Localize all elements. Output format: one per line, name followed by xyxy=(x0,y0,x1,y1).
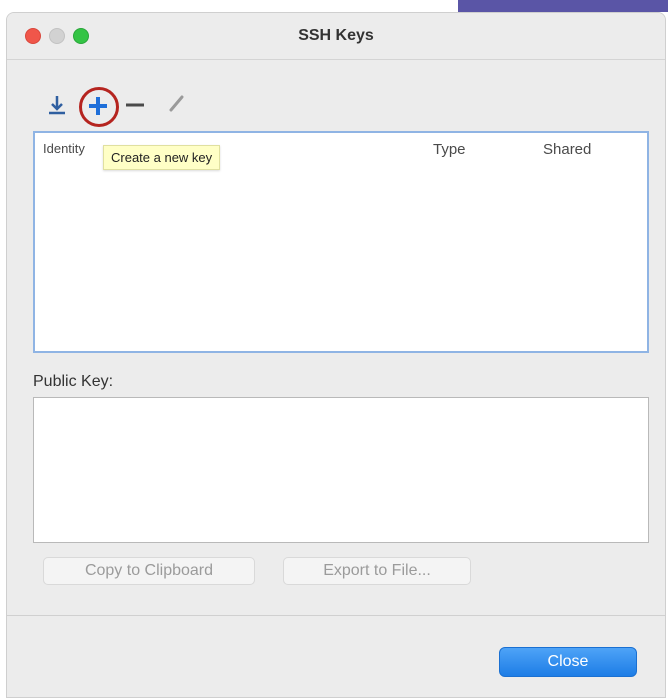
screen: SSH Keys Identity Type Shared Create a n… xyxy=(0,0,668,700)
minus-icon xyxy=(126,103,144,107)
plus-icon xyxy=(89,97,107,115)
window-title: SSH Keys xyxy=(298,27,374,44)
column-header-shared[interactable]: Shared xyxy=(543,141,591,158)
pencil-icon xyxy=(169,95,184,112)
edit-key-button[interactable] xyxy=(165,91,189,115)
import-icon xyxy=(49,96,65,115)
background-accent xyxy=(458,0,668,12)
public-key-textarea[interactable] xyxy=(33,397,649,543)
close-button[interactable]: Close xyxy=(499,647,637,677)
remove-key-button[interactable] xyxy=(123,93,147,117)
title-bar: SSH Keys xyxy=(7,13,665,60)
column-header-identity[interactable]: Identity xyxy=(43,141,85,156)
column-header-type[interactable]: Type xyxy=(433,141,466,158)
copy-to-clipboard-button[interactable]: Copy to Clipboard xyxy=(43,557,255,585)
import-key-button[interactable] xyxy=(45,93,69,117)
public-key-label: Public Key: xyxy=(33,373,114,390)
ssh-keys-window: SSH Keys Identity Type Shared Create a n… xyxy=(6,12,666,698)
add-key-button[interactable] xyxy=(79,87,119,127)
add-key-tooltip: Create a new key xyxy=(103,145,221,170)
export-to-file-button[interactable]: Export to File... xyxy=(283,557,471,585)
footer-divider xyxy=(7,615,665,616)
